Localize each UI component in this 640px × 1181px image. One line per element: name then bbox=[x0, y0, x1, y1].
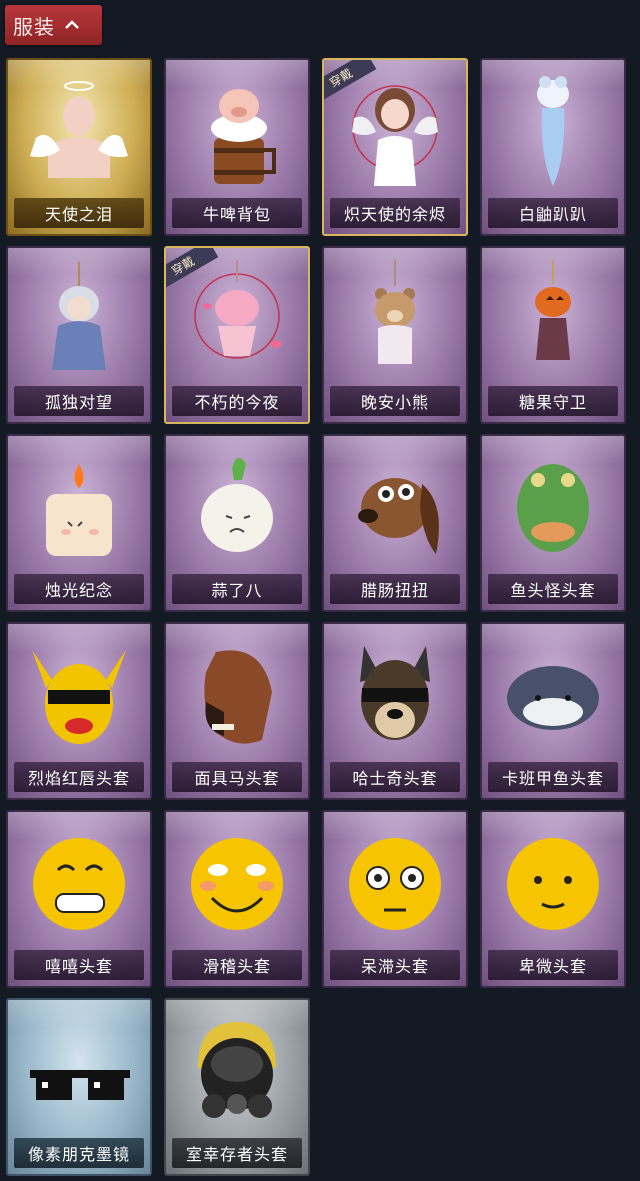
white-ermine-icon bbox=[537, 76, 569, 186]
costume-item-card[interactable]: 糖果守卫 bbox=[480, 246, 626, 424]
item-label-bar: 炽天使的余烬 bbox=[330, 198, 460, 228]
section-title: 服装 bbox=[13, 14, 55, 39]
costume-item-card[interactable]: 鱼头怪头套 bbox=[480, 434, 626, 612]
angel-halo-icon bbox=[30, 81, 128, 178]
item-name: 腊肠扭扭 bbox=[360, 581, 429, 600]
item-name: 嘻嘻头套 bbox=[44, 957, 113, 976]
item-name: 糖果守卫 bbox=[518, 393, 587, 412]
item-name: 晚安小熊 bbox=[360, 393, 429, 412]
garlic-icon bbox=[201, 457, 273, 552]
item-label-bar: 糖果守卫 bbox=[488, 386, 618, 416]
item-name: 室幸存者头套 bbox=[185, 1145, 288, 1164]
angel-girl-icon bbox=[352, 85, 438, 186]
yellow-mask-sunglasses-icon bbox=[32, 650, 126, 744]
item-label-bar: 室幸存者头套 bbox=[172, 1138, 302, 1168]
costume-item-card[interactable]: 穿戴 炽天使的余烬 bbox=[322, 58, 468, 236]
item-name: 鱼头怪头套 bbox=[510, 581, 596, 600]
costume-item-card[interactable]: 天使之泪 bbox=[6, 58, 152, 236]
costume-section-header[interactable]: 服装 bbox=[5, 5, 102, 45]
costume-item-card[interactable]: 面具马头套 bbox=[164, 622, 310, 800]
item-label-bar: 天使之泪 bbox=[14, 198, 144, 228]
item-name: 哈士奇头套 bbox=[352, 769, 438, 788]
costume-item-card[interactable]: 卡班甲鱼头套 bbox=[480, 622, 626, 800]
item-label-bar: 晚安小熊 bbox=[330, 386, 460, 416]
costume-item-card[interactable]: 呆滞头套 bbox=[322, 810, 468, 988]
item-label-bar: 嘻嘻头套 bbox=[14, 950, 144, 980]
gas-mask-helmet-icon bbox=[198, 1022, 276, 1118]
item-name: 孤独对望 bbox=[44, 393, 113, 412]
doll-charm-icon bbox=[52, 262, 106, 370]
item-label-bar: 滑稽头套 bbox=[172, 950, 302, 980]
costume-item-card[interactable]: 牛啤背包 bbox=[164, 58, 310, 236]
funny-emoji-mask-icon bbox=[191, 838, 283, 930]
item-name: 卑微头套 bbox=[518, 957, 587, 976]
item-name: 滑稽头套 bbox=[202, 957, 271, 976]
item-name: 烈焰红唇头套 bbox=[27, 769, 130, 788]
item-label-bar: 哈士奇头套 bbox=[330, 762, 460, 792]
item-label-bar: 牛啤背包 bbox=[172, 198, 302, 228]
item-name: 不朽的今夜 bbox=[194, 393, 280, 412]
costume-item-card[interactable]: 卑微头套 bbox=[480, 810, 626, 988]
costume-item-card[interactable]: 烈焰红唇头套 bbox=[6, 622, 152, 800]
item-name: 牛啤背包 bbox=[202, 205, 271, 224]
humble-emoji-mask-icon bbox=[507, 838, 599, 930]
candle-icon bbox=[46, 464, 112, 556]
costume-item-card[interactable]: 腊肠扭扭 bbox=[322, 434, 468, 612]
item-label-bar: 鱼头怪头套 bbox=[488, 574, 618, 604]
item-label-bar: 蒜了八 bbox=[172, 574, 302, 604]
item-label-bar: 卡班甲鱼头套 bbox=[488, 762, 618, 792]
item-name: 面具马头套 bbox=[194, 769, 280, 788]
dachshund-mask-icon bbox=[358, 478, 439, 554]
costume-item-card[interactable]: 烛光纪念 bbox=[6, 434, 152, 612]
pumpkin-charm-icon bbox=[535, 260, 571, 360]
item-label-bar: 烛光纪念 bbox=[14, 574, 144, 604]
item-label-bar: 腊肠扭扭 bbox=[330, 574, 460, 604]
costume-item-card[interactable]: 孤独对望 bbox=[6, 246, 152, 424]
costume-item-card[interactable]: 蒜了八 bbox=[164, 434, 310, 612]
chevron-up-icon bbox=[65, 20, 79, 29]
item-name: 像素朋克墨镜 bbox=[27, 1145, 130, 1164]
item-name: 呆滞头套 bbox=[360, 957, 429, 976]
costume-item-card[interactable]: 晚安小熊 bbox=[322, 246, 468, 424]
costume-item-card[interactable]: 穿戴 不朽的今夜 bbox=[164, 246, 310, 424]
item-name: 蒜了八 bbox=[211, 581, 263, 600]
stare-emoji-mask-icon bbox=[349, 838, 441, 930]
costume-item-card[interactable]: 嘻嘻头套 bbox=[6, 810, 152, 988]
costume-item-card[interactable]: 室幸存者头套 bbox=[164, 998, 310, 1176]
item-name: 卡班甲鱼头套 bbox=[501, 769, 604, 788]
costume-item-card[interactable]: 白鼬趴趴 bbox=[480, 58, 626, 236]
item-name: 白鼬趴趴 bbox=[518, 205, 587, 224]
grin-emoji-mask-icon bbox=[33, 838, 125, 930]
horse-mask-icon bbox=[204, 650, 272, 744]
item-label-bar: 不朽的今夜 bbox=[172, 386, 302, 416]
item-name: 烛光纪念 bbox=[44, 581, 113, 600]
item-name: 炽天使的余烬 bbox=[343, 205, 446, 224]
costume-item-card[interactable]: 滑稽头套 bbox=[164, 810, 310, 988]
pig-beer-barrel-icon bbox=[211, 89, 276, 184]
item-label-bar: 面具马头套 bbox=[172, 762, 302, 792]
round-fish-mask-icon bbox=[507, 666, 599, 730]
bear-charm-icon bbox=[375, 260, 415, 364]
costume-item-card[interactable]: 像素朋克墨镜 bbox=[6, 998, 152, 1176]
item-label-bar: 像素朋克墨镜 bbox=[14, 1138, 144, 1168]
husky-mask-icon bbox=[360, 646, 430, 740]
item-label-bar: 烈焰红唇头套 bbox=[14, 762, 144, 792]
pink-cat-bowl-icon bbox=[194, 260, 282, 359]
item-label-bar: 白鼬趴趴 bbox=[488, 198, 618, 228]
costume-item-card[interactable]: 哈士奇头套 bbox=[322, 622, 468, 800]
item-label-bar: 呆滞头套 bbox=[330, 950, 460, 980]
item-name: 天使之泪 bbox=[44, 205, 113, 224]
item-label-bar: 卑微头套 bbox=[488, 950, 618, 980]
fish-mask-icon bbox=[517, 464, 589, 552]
pixel-sunglasses-icon bbox=[30, 1070, 130, 1100]
item-label-bar: 孤独对望 bbox=[14, 386, 144, 416]
